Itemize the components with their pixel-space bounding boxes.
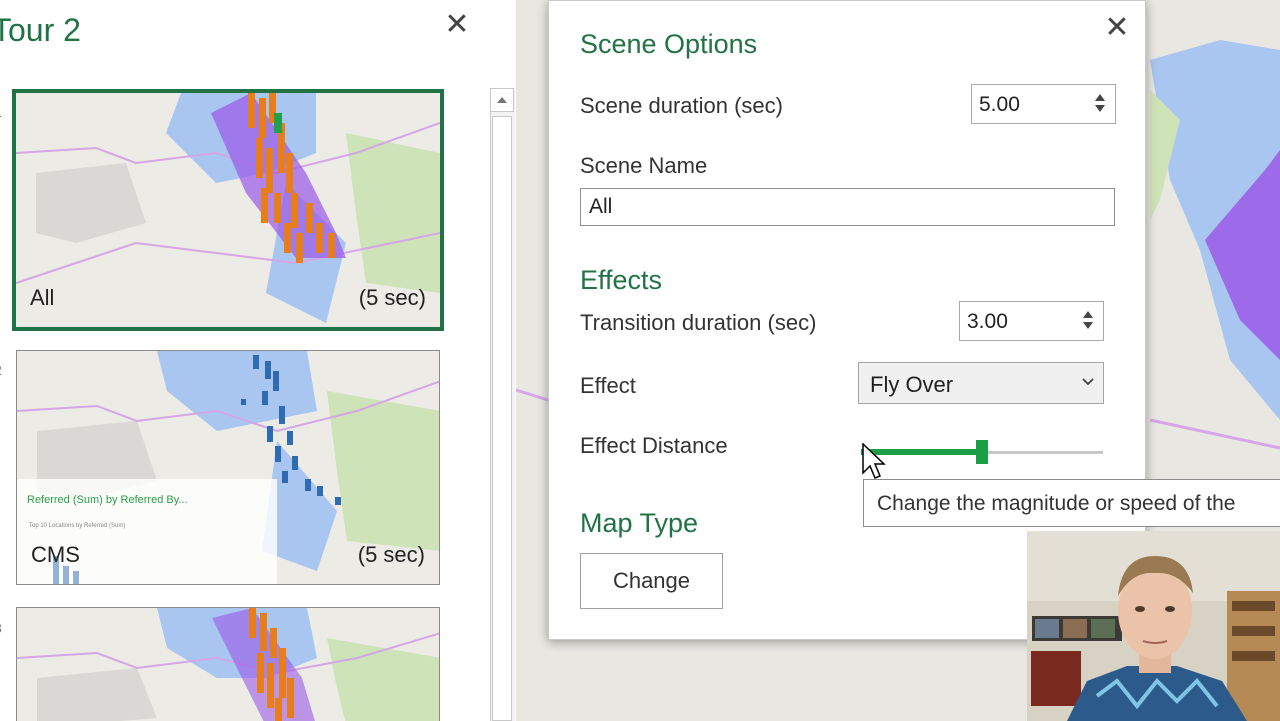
effect-distance-slider-thumb[interactable] — [976, 440, 988, 464]
effect-label: Effect — [580, 373, 636, 398]
transition-duration-label: Transition duration (sec) — [580, 310, 817, 335]
effect-distance-label: Effect Distance — [580, 433, 728, 458]
scene-name-input[interactable] — [581, 189, 1114, 225]
scroll-up-arrow-icon[interactable] — [490, 88, 514, 112]
effect-dropdown[interactable]: Fly Over — [858, 362, 1104, 404]
scene-thumbnail-cms[interactable]: Referred (Sum) by Referred By... Top 10 … — [16, 350, 440, 585]
transition-duration-spinner[interactable] — [959, 301, 1104, 342]
scene-duration-spinner[interactable] — [971, 84, 1116, 125]
scene-label: All — [30, 285, 55, 310]
scene-row-number: 3 — [0, 620, 2, 636]
dialog-heading: Scene Options — [580, 29, 758, 59]
chevron-down-icon — [1082, 378, 1094, 386]
webcam-video — [1027, 531, 1280, 721]
transition-duration-input[interactable] — [960, 302, 1079, 342]
scene-thumbnail-all[interactable]: All (5 sec) — [12, 89, 444, 331]
effect-dropdown-value: Fly Over — [870, 372, 954, 397]
scene-name-field[interactable] — [580, 188, 1115, 226]
presenter-video-image — [1027, 531, 1280, 721]
caret-up-icon[interactable] — [1093, 91, 1107, 103]
tour-pane: Tour 2 ✕ 1 All (5 sec) — [0, 0, 516, 721]
scene-name-label: Scene Name — [580, 153, 708, 178]
mouse-pointer-icon — [862, 443, 886, 479]
scrollbar-thumb[interactable] — [492, 116, 512, 721]
scene-thumbnail-3[interactable] — [16, 607, 440, 721]
effect-distance-tooltip: Change the magnitude or speed of the — [863, 479, 1280, 527]
scene-map-image — [17, 608, 439, 721]
scene-row-number: 1 — [0, 104, 2, 120]
tour-title: Tour 2 — [0, 12, 81, 48]
dialog-close-icon[interactable]: ✕ — [1102, 13, 1132, 43]
tour-close-icon[interactable]: ✕ — [442, 10, 472, 40]
effects-heading: Effects — [580, 265, 663, 295]
caret-down-icon[interactable] — [1081, 320, 1095, 332]
scene-overlay-title: Referred (Sum) by Referred By... — [27, 494, 188, 506]
tooltip-text: Change the magnitude or speed of the — [877, 492, 1236, 515]
scene-duration-input[interactable] — [972, 85, 1091, 125]
scene-duration: (5 sec) — [358, 285, 426, 310]
scene-overlay-subtitle: Top 10 Locations by Referred (Sum) — [29, 523, 126, 529]
scene-row-number: 2 — [0, 362, 2, 378]
caret-up-icon[interactable] — [1081, 308, 1095, 320]
scene-duration: (5 sec) — [357, 542, 425, 567]
map-type-heading: Map Type — [580, 508, 699, 538]
scene-duration-label: Scene duration (sec) — [580, 93, 783, 118]
caret-down-icon[interactable] — [1093, 103, 1107, 115]
change-map-type-button[interactable]: Change — [580, 553, 723, 609]
scene-label: CMS — [31, 542, 80, 567]
